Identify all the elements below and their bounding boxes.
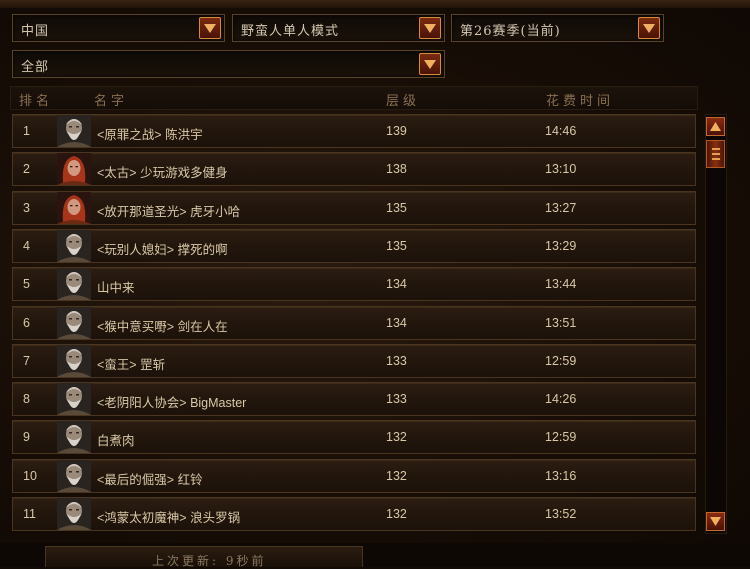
row-rank: 11 — [23, 507, 36, 521]
portrait-male-icon — [57, 498, 91, 530]
portrait-male-icon — [57, 459, 91, 492]
portrait-male-icon — [57, 421, 91, 454]
last-update-text: 上次更新: 9秒前 — [152, 554, 267, 568]
table-row[interactable]: 10 <最后的倔强> 红铃 132 13:16 — [12, 458, 696, 493]
table-row[interactable]: 5 山中来 134 13:44 — [12, 267, 696, 302]
row-tier: 132 — [386, 468, 407, 483]
row-player-name: <放开那道圣光> 虎牙小哈 — [97, 204, 241, 219]
row-tier: 133 — [386, 353, 407, 368]
portrait-male-icon — [57, 383, 91, 416]
row-time: 13:52 — [545, 507, 577, 521]
row-tier: 138 — [386, 162, 407, 177]
row-tier: 134 — [386, 315, 407, 330]
column-header-rank[interactable]: 排名 — [19, 90, 53, 109]
row-player-name: 山中来 — [97, 281, 135, 296]
row-time: 13:27 — [545, 200, 577, 215]
row-player-name: <老阴阳人协会> BigMaster — [97, 396, 247, 411]
table-row[interactable]: 7 <蛮王> 罡斩 133 12:59 — [12, 343, 696, 378]
arrow-down-icon[interactable] — [706, 512, 725, 531]
row-tier: 135 — [386, 200, 407, 215]
row-rank: 6 — [23, 315, 30, 330]
column-header-name[interactable]: 名字 — [94, 90, 128, 109]
column-header-tier[interactable]: 层级 — [386, 90, 420, 109]
row-player-name: <蛮王> 罡斩 — [97, 357, 166, 372]
portrait-female-icon — [57, 191, 91, 224]
row-player-name: <玩别人媳妇> 撑死的啊 — [97, 242, 228, 257]
column-header-time[interactable]: 花费时间 — [546, 90, 614, 109]
portrait-male-icon — [57, 344, 91, 377]
chevron-down-icon[interactable] — [638, 17, 660, 39]
row-rank: 7 — [23, 353, 30, 368]
row-time: 13:44 — [545, 277, 577, 292]
season-dropdown-label: 第26赛季(当前) — [460, 24, 561, 39]
table-row[interactable]: 2 <太古> 少玩游戏多健身 138 13:10 — [12, 152, 696, 187]
table-row[interactable]: 4 <玩别人媳妇> 撑死的啊 135 13:29 — [12, 228, 696, 263]
row-rank: 2 — [23, 162, 30, 177]
row-rank: 1 — [23, 124, 30, 138]
row-time: 14:46 — [545, 124, 577, 138]
region-dropdown[interactable]: 中国 — [12, 14, 225, 42]
row-time: 12:59 — [545, 353, 577, 368]
scrollbar-thumb[interactable] — [706, 140, 725, 168]
row-player-name: <猴中意买嘢> 剑在人在 — [97, 319, 228, 334]
chevron-down-icon[interactable] — [419, 53, 441, 75]
clan-dropdown-label: 全部 — [21, 60, 50, 75]
table-row[interactable]: 8 <老阴阳人协会> BigMaster 133 14:26 — [12, 382, 696, 417]
mode-dropdown-label: 野蛮人单人模式 — [241, 24, 340, 39]
row-time: 14:26 — [545, 392, 577, 407]
row-tier: 135 — [386, 238, 407, 253]
row-tier: 133 — [386, 392, 407, 407]
row-time: 13:16 — [545, 468, 577, 483]
row-player-name: <鸿蒙太初魔神> 浪头罗锅 — [97, 511, 241, 525]
row-tier: 134 — [386, 277, 407, 292]
clan-dropdown[interactable]: 全部 — [12, 50, 445, 78]
arrow-up-icon[interactable] — [706, 117, 725, 136]
chevron-down-icon[interactable] — [199, 17, 221, 39]
table-row[interactable]: 1 <原罪之战> 陈洪宇 139 14:46 — [12, 114, 696, 148]
portrait-male-icon — [57, 268, 91, 301]
table-row[interactable]: 6 <猴中意买嘢> 剑在人在 134 13:51 — [12, 305, 696, 340]
row-time: 13:51 — [545, 315, 577, 330]
row-player-name: 白煮肉 — [97, 434, 135, 449]
row-player-name: <太古> 少玩游戏多健身 — [97, 166, 228, 181]
row-tier: 132 — [386, 430, 407, 445]
portrait-male-icon — [57, 115, 91, 147]
row-rank: 4 — [23, 238, 30, 253]
portrait-female-icon — [57, 153, 91, 186]
row-player-name: <原罪之战> 陈洪宇 — [97, 128, 203, 142]
row-player-name: <最后的倔强> 红铃 — [97, 472, 203, 487]
leaderboard-table: 排名 名字 层级 花费时间 1 <原罪之战> 陈洪宇 139 14:46 2 <太古> 少… — [10, 86, 698, 536]
row-time: 12:59 — [545, 430, 577, 445]
portrait-male-icon — [57, 306, 91, 339]
row-tier: 132 — [386, 507, 407, 521]
row-rank: 9 — [23, 430, 30, 445]
row-rank: 10 — [23, 468, 37, 483]
row-time: 13:10 — [545, 162, 577, 177]
region-dropdown-label: 中国 — [21, 24, 50, 39]
row-rank: 3 — [23, 200, 30, 215]
season-dropdown[interactable]: 第26赛季(当前) — [451, 14, 664, 42]
portrait-male-icon — [57, 229, 91, 262]
scrollbar[interactable] — [705, 114, 727, 534]
mode-dropdown[interactable]: 野蛮人单人模式 — [232, 14, 445, 42]
table-row[interactable]: 3 <放开那道圣光> 虎牙小哈 135 13:27 — [12, 190, 696, 225]
table-row[interactable]: 11 <鸿蒙太初魔神> 浪头罗锅 132 13:52 — [12, 497, 696, 531]
row-rank: 8 — [23, 392, 30, 407]
table-row[interactable]: 9 白煮肉 132 12:59 — [12, 420, 696, 455]
chevron-down-icon[interactable] — [419, 17, 441, 39]
row-rank: 5 — [23, 277, 30, 292]
row-time: 13:29 — [545, 238, 577, 253]
row-tier: 139 — [386, 124, 407, 138]
